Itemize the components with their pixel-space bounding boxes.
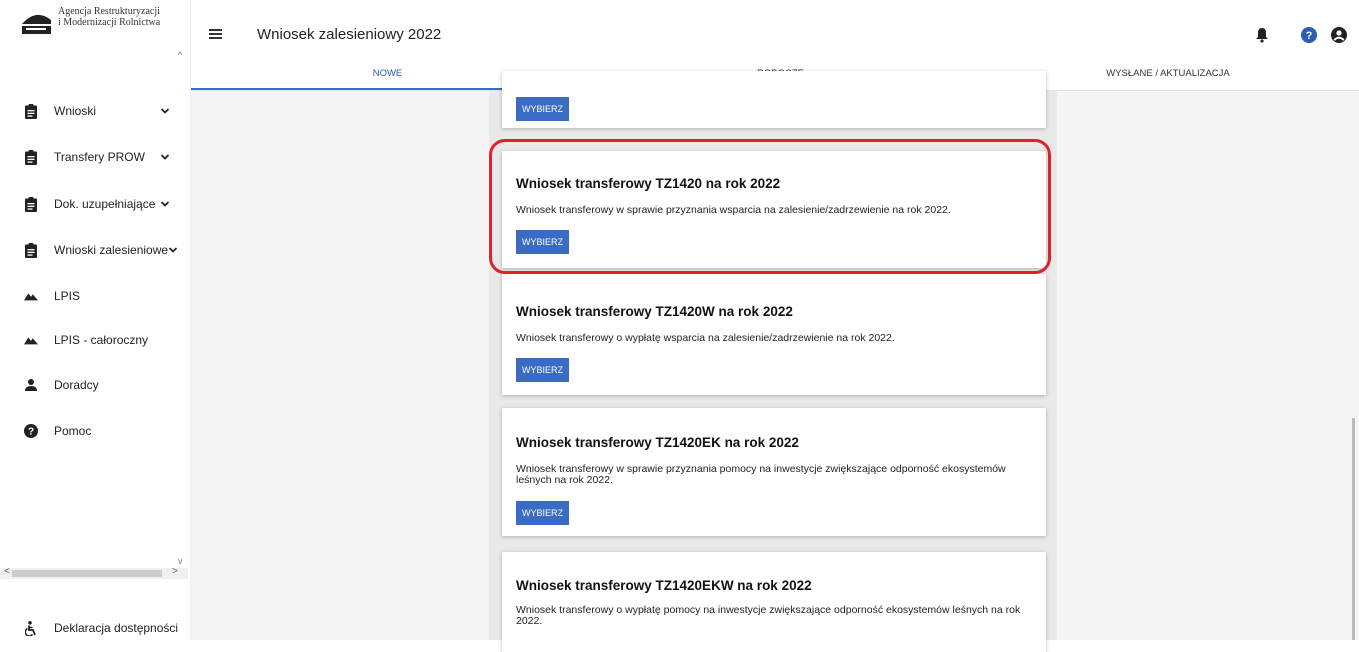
sidebar-item-label: LPIS bbox=[54, 289, 81, 303]
bell-icon[interactable] bbox=[1254, 27, 1270, 43]
sidebar-item-label: Pomoc bbox=[54, 424, 92, 438]
logo-line-1: Agencja Restrukturyzacji bbox=[58, 6, 160, 17]
sidebar-item-label: Dok. uzupełniające bbox=[54, 197, 156, 211]
vertical-scrollbar-thumb[interactable] bbox=[1352, 418, 1355, 640]
svg-text:?: ? bbox=[28, 427, 34, 438]
select-button[interactable]: WYBIERZ bbox=[516, 501, 569, 525]
sidebar-item-label: Wnioski bbox=[54, 104, 97, 118]
select-button[interactable]: WYBIERZ bbox=[516, 358, 569, 382]
chevron-down-icon bbox=[160, 154, 170, 160]
clipboard-icon bbox=[24, 242, 38, 258]
account-icon[interactable] bbox=[1331, 27, 1347, 43]
sidebar-item-lpis[interactable]: LPIS bbox=[0, 276, 188, 316]
card-description: Wniosek transferowy o wypłatę pomocy na … bbox=[516, 604, 1021, 627]
page-title: Wniosek zalesieniowy 2022 bbox=[257, 26, 442, 43]
scroll-left-arrow-icon[interactable]: < bbox=[4, 566, 10, 577]
sidebar: Agencja Restrukturyzacji i Modernizacji … bbox=[0, 0, 191, 640]
svg-text:?: ? bbox=[1306, 30, 1313, 42]
sidebar-item-dok-uzupelniajace[interactable]: Dok. uzupełniające bbox=[0, 184, 188, 224]
sidebar-item-wnioski[interactable]: Wnioski bbox=[0, 91, 188, 131]
card-title: Wniosek transferowy TZ1420EK na rok 2022 bbox=[516, 435, 799, 450]
terrain-icon bbox=[24, 288, 38, 304]
horizontal-scrollbar[interactable]: < > bbox=[0, 566, 188, 579]
person-icon bbox=[24, 377, 38, 393]
card-description: Wniosek transferowy w sprawie przyznania… bbox=[516, 463, 1006, 486]
sidebar-item-doradcy[interactable]: Doradcy bbox=[0, 365, 188, 405]
scroll-right-arrow-icon[interactable]: > bbox=[172, 566, 178, 577]
help-circle-icon: ? bbox=[24, 423, 38, 439]
logo[interactable]: Agencja Restrukturyzacji i Modernizacji … bbox=[20, 6, 160, 36]
sidebar-item-lpis-caloroczny[interactable]: LPIS - całoroczny bbox=[0, 320, 188, 360]
arimr-logo-icon bbox=[20, 6, 53, 36]
application-card: WYBIERZ bbox=[502, 71, 1046, 128]
application-card-tz1420ekw: Wniosek transferowy TZ1420EKW na rok 202… bbox=[502, 552, 1046, 652]
logo-line-2: i Modernizacji Rolnictwa bbox=[58, 17, 161, 28]
chevron-down-icon bbox=[160, 108, 170, 114]
scrollbar-thumb[interactable] bbox=[12, 570, 162, 577]
clipboard-icon bbox=[24, 196, 38, 212]
scroll-up-arrow-icon[interactable]: ^ bbox=[178, 50, 182, 60]
application-card-tz1420ek: Wniosek transferowy TZ1420EK na rok 2022… bbox=[502, 408, 1046, 536]
sidebar-item-deklaracja-dostepnosci[interactable]: Deklaracja dostępności bbox=[0, 608, 188, 648]
menu-hamburger-icon[interactable] bbox=[209, 29, 222, 39]
chevron-down-icon bbox=[160, 201, 170, 207]
card-title: Wniosek transferowy TZ1420W na rok 2022 bbox=[516, 304, 793, 319]
sidebar-item-pomoc[interactable]: ? Pomoc bbox=[0, 411, 188, 451]
application-card-tz1420w: Wniosek transferowy TZ1420W na rok 2022 … bbox=[502, 274, 1046, 395]
card-description: Wniosek transferowy o wypłatę wsparcia n… bbox=[516, 332, 895, 344]
sidebar-item-transfery-prow[interactable]: Transfery PROW bbox=[0, 137, 188, 177]
terrain-icon bbox=[24, 332, 38, 348]
card-title: Wniosek transferowy TZ1420EKW na rok 202… bbox=[516, 578, 812, 593]
sidebar-item-wnioski-zalesieniowe[interactable]: Wnioski zalesieniowe bbox=[0, 230, 188, 270]
sidebar-item-label: LPIS - całoroczny bbox=[54, 333, 149, 347]
scroll-down-arrow-icon[interactable]: v bbox=[178, 556, 183, 566]
select-button[interactable]: WYBIERZ bbox=[516, 97, 569, 121]
sidebar-item-label: Deklaracja dostępności bbox=[54, 621, 179, 635]
sidebar-item-label: Wnioski zalesieniowe bbox=[54, 243, 169, 257]
sidebar-item-label: Transfery PROW bbox=[54, 150, 145, 164]
chevron-down-icon bbox=[168, 247, 178, 253]
accessibility-icon bbox=[24, 620, 38, 636]
sidebar-item-label: Doradcy bbox=[54, 378, 99, 392]
clipboard-icon bbox=[24, 103, 38, 119]
logo-text: Agencja Restrukturyzacji i Modernizacji … bbox=[58, 6, 160, 28]
help-icon[interactable]: ? bbox=[1301, 27, 1317, 43]
highlight-annotation bbox=[489, 139, 1051, 274]
clipboard-icon bbox=[24, 149, 38, 165]
